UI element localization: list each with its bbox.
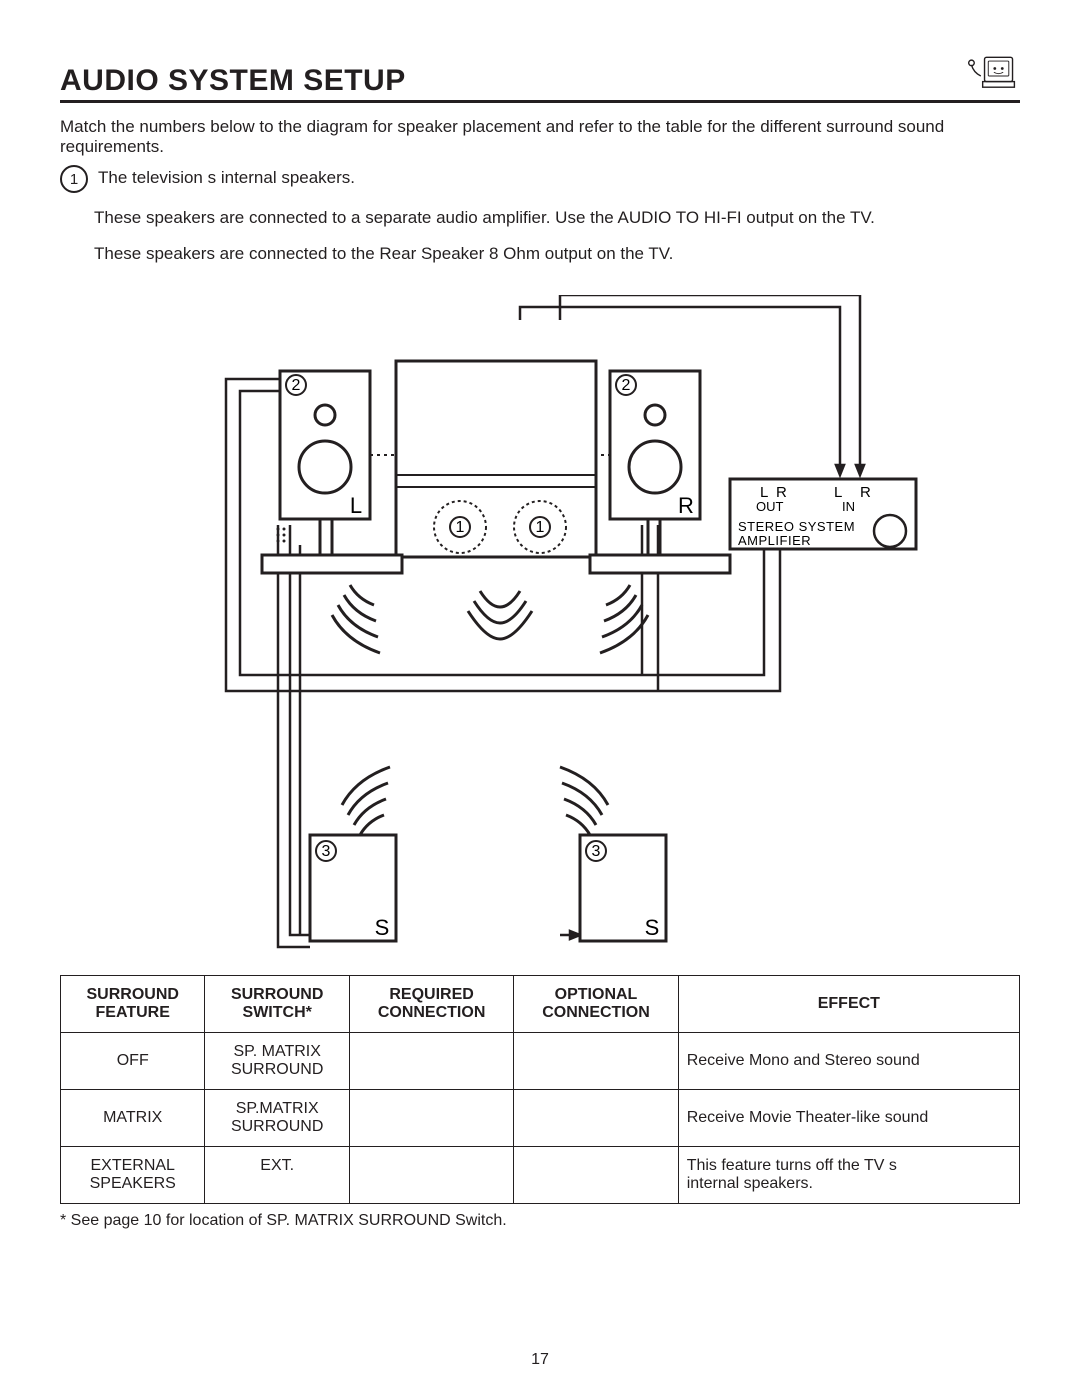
svg-text:IN: IN: [842, 499, 855, 514]
bullet-3-text: These speakers are connected to the Rear…: [94, 243, 1020, 265]
surround-table: SURROUNDFEATURE SURROUNDSWITCH* REQUIRED…: [60, 975, 1020, 1204]
svg-text:AMPLIFIER: AMPLIFIER: [738, 533, 811, 548]
footnote: * See page 10 for location of SP. MATRIX…: [60, 1212, 1020, 1230]
speaker-3-right: 3 S: [580, 835, 666, 941]
diagram: 2 L 2 R 1 1: [60, 295, 1020, 955]
page-title: AUDIO SYSTEM SETUP: [60, 64, 406, 98]
th-effect: EFFECT: [678, 976, 1019, 1033]
page-number: 17: [0, 1351, 1080, 1369]
bullet-1: 1 The television s internal speakers.: [60, 167, 1020, 193]
th-switch: SURROUNDSWITCH*: [205, 976, 349, 1033]
svg-text:R: R: [860, 484, 871, 501]
amplifier: L R OUT L R IN STEREO SYSTEM AMPLIFIER: [730, 479, 916, 549]
label-1-left: 1: [456, 519, 465, 536]
bullet-1-text: The television s internal speakers.: [98, 167, 355, 189]
bullet-1-number: 1: [60, 165, 88, 193]
label-S-right: S: [645, 915, 660, 940]
table-row: MATRIX SP.MATRIXSURROUND Receive Movie T…: [61, 1090, 1020, 1147]
label-2-right: 2: [622, 377, 631, 394]
label-3-right: 3: [592, 843, 601, 860]
th-feature: SURROUNDFEATURE: [61, 976, 205, 1033]
label-R: R: [678, 493, 694, 518]
intro-text: Match the numbers below to the diagram f…: [60, 117, 1020, 157]
label-1-right: 1: [536, 519, 545, 536]
th-required: REQUIREDCONNECTION: [349, 976, 513, 1033]
speaker-2-left: 2 L: [280, 371, 370, 519]
label-L: L: [350, 493, 362, 518]
svg-text:OUT: OUT: [756, 499, 784, 514]
table-row: OFF SP. MATRIXSURROUND Receive Mono and …: [61, 1033, 1020, 1090]
speaker-3-left: 3 S: [310, 835, 396, 941]
speaker-diagram: 2 L 2 R 1 1: [160, 295, 920, 955]
label-3-left: 3: [322, 843, 331, 860]
mascot-icon: [964, 48, 1020, 104]
table-row: EXTERNALSPEAKERS EXT. This feature turns…: [61, 1147, 1020, 1204]
label-2-left: 2: [292, 377, 301, 394]
bullet-2-text: These speakers are connected to a separa…: [94, 207, 1020, 229]
soundwaves-icon: [332, 585, 648, 653]
th-optional: OPTIONALCONNECTION: [514, 976, 678, 1033]
label-S-left: S: [375, 915, 390, 940]
svg-text:STEREO SYSTEM: STEREO SYSTEM: [738, 519, 855, 534]
speaker-2-right: 2 R: [610, 371, 700, 519]
header-row: AUDIO SYSTEM SETUP: [60, 48, 1020, 103]
surround-waves-icon: [342, 767, 608, 835]
